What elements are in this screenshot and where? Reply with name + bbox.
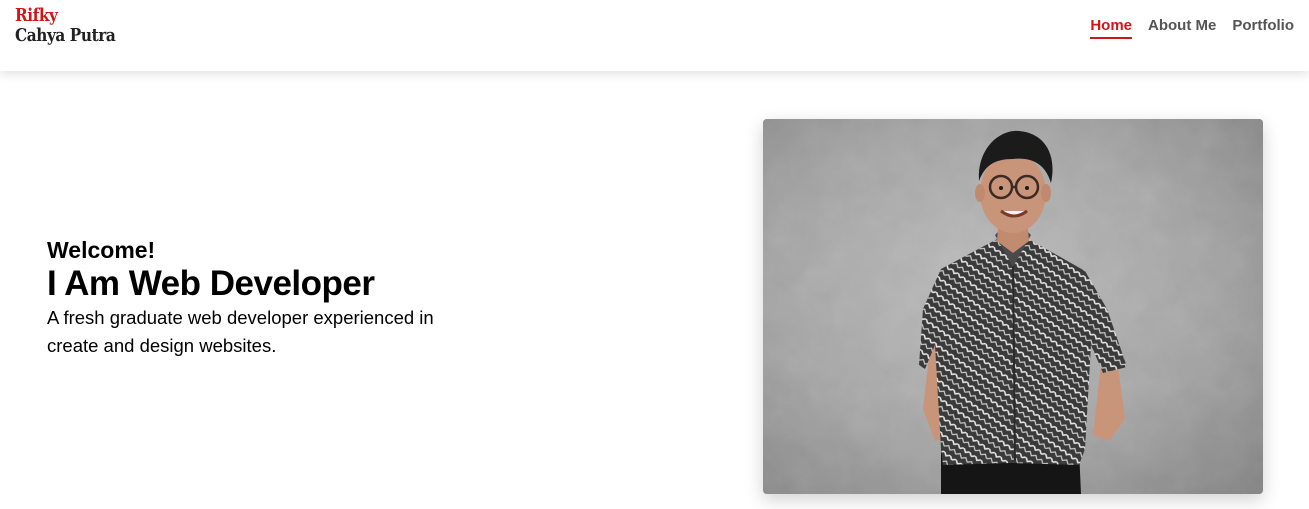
logo-first-name: Rifky xyxy=(15,5,58,26)
main-nav: Home About Me Portfolio xyxy=(1090,17,1294,39)
navbar: Rifky Cahya Putra Home About Me Portfoli… xyxy=(0,0,1309,71)
site-logo[interactable]: Rifky Cahya Putra xyxy=(15,5,116,46)
nav-link-about-me[interactable]: About Me xyxy=(1148,17,1216,39)
profile-photo xyxy=(763,119,1263,494)
hero-text: Welcome! I Am Web Developer A fresh grad… xyxy=(47,236,467,360)
hero-tagline: A fresh graduate web developer experienc… xyxy=(47,307,434,356)
logo-last-name: Cahya Putra xyxy=(15,25,116,46)
hero-headline: I Am Web Developer xyxy=(47,264,375,303)
hero-greeting: Welcome! xyxy=(47,237,156,263)
nav-link-home[interactable]: Home xyxy=(1090,17,1133,39)
nav-link-portfolio[interactable]: Portfolio xyxy=(1232,17,1294,39)
